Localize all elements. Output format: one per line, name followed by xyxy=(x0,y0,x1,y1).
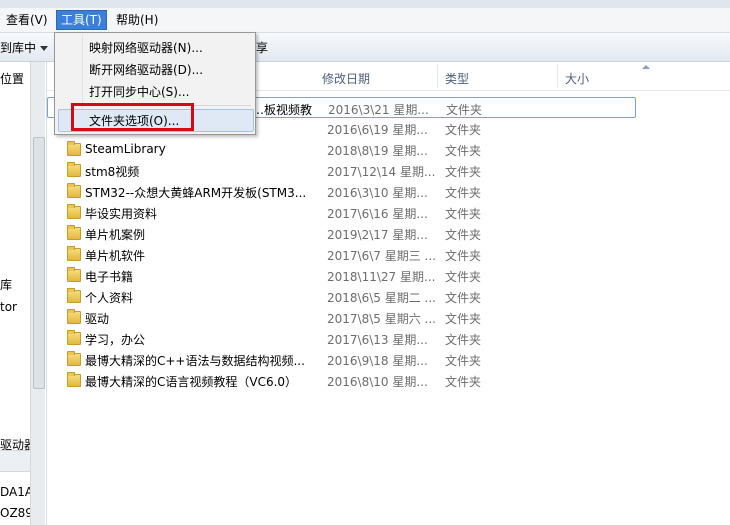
file-date: 2016\3\21 星期... xyxy=(328,103,429,117)
folder-icon xyxy=(67,183,81,198)
file-name: …板视频教... xyxy=(252,103,312,117)
file-type: 文件夹 xyxy=(446,103,483,117)
file-date: 2018\6\5 星期二 ... xyxy=(327,291,436,305)
file-type: 文件夹 xyxy=(445,270,482,284)
file-type: 文件夹 xyxy=(445,375,482,389)
column-divider[interactable] xyxy=(437,64,438,88)
file-date: 2016\3\10 星期... xyxy=(327,186,428,200)
file-type: 文件夹 xyxy=(445,354,482,368)
menu-help[interactable]: 帮助(H) xyxy=(112,11,162,29)
file-row[interactable]: STM32--众想大黄蜂ARM开发板(STM3... 2016\3\10 星期.… xyxy=(47,181,730,202)
file-row[interactable]: 毕设实用资料 2017\6\16 星期... 文件夹 xyxy=(47,202,730,223)
file-name: 电子书籍 xyxy=(85,270,134,284)
menu-bar: 查看(V) 工具(T) 帮助(H) xyxy=(0,8,730,33)
file-date: 2017\6\13 星期... xyxy=(327,333,428,347)
nav-item-oz89[interactable]: OZ89 xyxy=(0,506,30,520)
folder-icon xyxy=(67,162,81,177)
file-name: 学习，办公 xyxy=(85,333,146,347)
folder-icon xyxy=(67,225,81,240)
file-type: 文件夹 xyxy=(445,291,482,305)
folder-icon xyxy=(67,351,81,366)
file-name: 最博大精深的C++语法与数据结构视频... xyxy=(85,354,305,368)
file-type: 文件夹 xyxy=(445,165,482,179)
file-type: 文件夹 xyxy=(445,312,482,326)
nav-scrollbar[interactable] xyxy=(30,62,45,525)
file-type: 文件夹 xyxy=(445,186,482,200)
file-row[interactable]: 学习，办公 2017\6\13 星期... 文件夹 xyxy=(47,328,730,349)
file-row[interactable]: 最博大精深的C语言视频教程（VC6.0） 2016\8\10 星期... 文件夹 xyxy=(47,370,730,391)
column-type[interactable]: 类型 xyxy=(445,70,469,87)
file-date: 2018\11\27 星期... xyxy=(327,270,436,284)
file-name: stm8视频 xyxy=(85,165,140,179)
nav-item-da1a[interactable]: DA1A xyxy=(0,485,30,499)
folder-icon xyxy=(67,288,81,303)
file-row[interactable]: 最博大精深的C++语法与数据结构视频... 2016\9\18 星期... 文件… xyxy=(47,349,730,370)
folder-icon xyxy=(67,267,81,282)
file-row[interactable]: 个人资料 2018\6\5 星期二 ... 文件夹 xyxy=(47,286,730,307)
file-date: 2017\6\7 星期三 ... xyxy=(327,249,436,263)
file-date: 2019\2\17 星期... xyxy=(327,228,428,242)
sort-up-icon xyxy=(642,65,650,69)
file-date: 2016\8\10 星期... xyxy=(327,375,428,389)
file-date: 2017\12\14 星期... xyxy=(327,165,436,179)
menu-item-disconnect-network-drive[interactable]: 断开网络驱动器(D)... xyxy=(89,61,203,78)
file-name: 毕设实用资料 xyxy=(85,207,158,221)
folder-icon xyxy=(67,246,81,261)
column-divider[interactable] xyxy=(557,64,558,88)
column-date[interactable]: 修改日期 xyxy=(322,70,370,87)
nav-item-tor[interactable]: tor xyxy=(0,300,30,314)
folder-icon xyxy=(67,204,81,219)
file-name: 单片机软件 xyxy=(85,249,146,263)
file-row[interactable]: 驱动 2017\8\5 星期六 ... 文件夹 xyxy=(47,307,730,328)
file-date: 2018\8\19 星期... xyxy=(327,144,428,158)
file-type: 文件夹 xyxy=(445,249,482,263)
annotation-highlight-box xyxy=(71,103,194,131)
file-name: 最博大精深的C语言视频教程（VC6.0） xyxy=(85,375,298,389)
nav-item-drive[interactable]: 驱动器 xyxy=(0,436,30,453)
nav-separator xyxy=(0,450,30,472)
folder-icon xyxy=(67,141,81,156)
file-name: STM32--众想大黄蜂ARM开发板(STM3... xyxy=(85,186,307,200)
file-date: 2017\6\16 星期... xyxy=(327,207,428,221)
file-date: 2017\8\5 星期六 ... xyxy=(327,312,436,326)
file-type: 文件夹 xyxy=(445,333,482,347)
nav-item-library[interactable]: 库 xyxy=(0,276,30,293)
file-type: 文件夹 xyxy=(445,207,482,221)
file-name: 驱动 xyxy=(85,312,110,326)
file-row[interactable]: 电子书籍 2018\11\27 星期... 文件夹 xyxy=(47,265,730,286)
file-date: 2016\9\18 星期... xyxy=(327,354,428,368)
file-type: 文件夹 xyxy=(445,228,482,242)
nav-scrollbar-thumb[interactable] xyxy=(33,137,45,389)
file-date: 2016\6\19 星期... xyxy=(327,123,428,137)
menu-item-open-sync-center[interactable]: 打开同步中心(S)... xyxy=(89,83,189,100)
menu-item-map-network-drive[interactable]: 映射网络驱动器(N)... xyxy=(89,39,203,56)
file-row[interactable]: SteamLibrary 2018\8\19 星期... 文件夹 xyxy=(47,139,730,160)
nav-item-location[interactable]: 位置 xyxy=(0,70,30,87)
folder-icon xyxy=(67,372,81,387)
file-type: 文件夹 xyxy=(445,123,482,137)
include-in-library-button[interactable]: 到库中 xyxy=(0,39,49,56)
file-name: 个人资料 xyxy=(85,291,134,305)
file-type: 文件夹 xyxy=(445,144,482,158)
window-top-strip xyxy=(0,0,730,8)
folder-icon xyxy=(67,309,81,324)
share-button-partial[interactable]: 享 xyxy=(256,39,268,56)
file-name: 单片机案例 xyxy=(85,228,146,242)
menu-tools[interactable]: 工具(T) xyxy=(56,10,107,30)
file-name: SteamLibrary xyxy=(85,142,166,156)
column-size[interactable]: 大小 xyxy=(565,70,589,87)
file-row[interactable]: 单片机案例 2019\2\17 星期... 文件夹 xyxy=(47,223,730,244)
folder-icon xyxy=(67,330,81,345)
menu-view[interactable]: 查看(V) xyxy=(2,11,52,29)
include-in-library-label: 到库中 xyxy=(0,41,37,55)
file-row[interactable]: stm8视频 2017\12\14 星期... 文件夹 xyxy=(47,160,730,181)
file-row[interactable]: 单片机软件 2017\6\7 星期三 ... 文件夹 xyxy=(47,244,730,265)
chevron-down-icon xyxy=(40,46,49,51)
